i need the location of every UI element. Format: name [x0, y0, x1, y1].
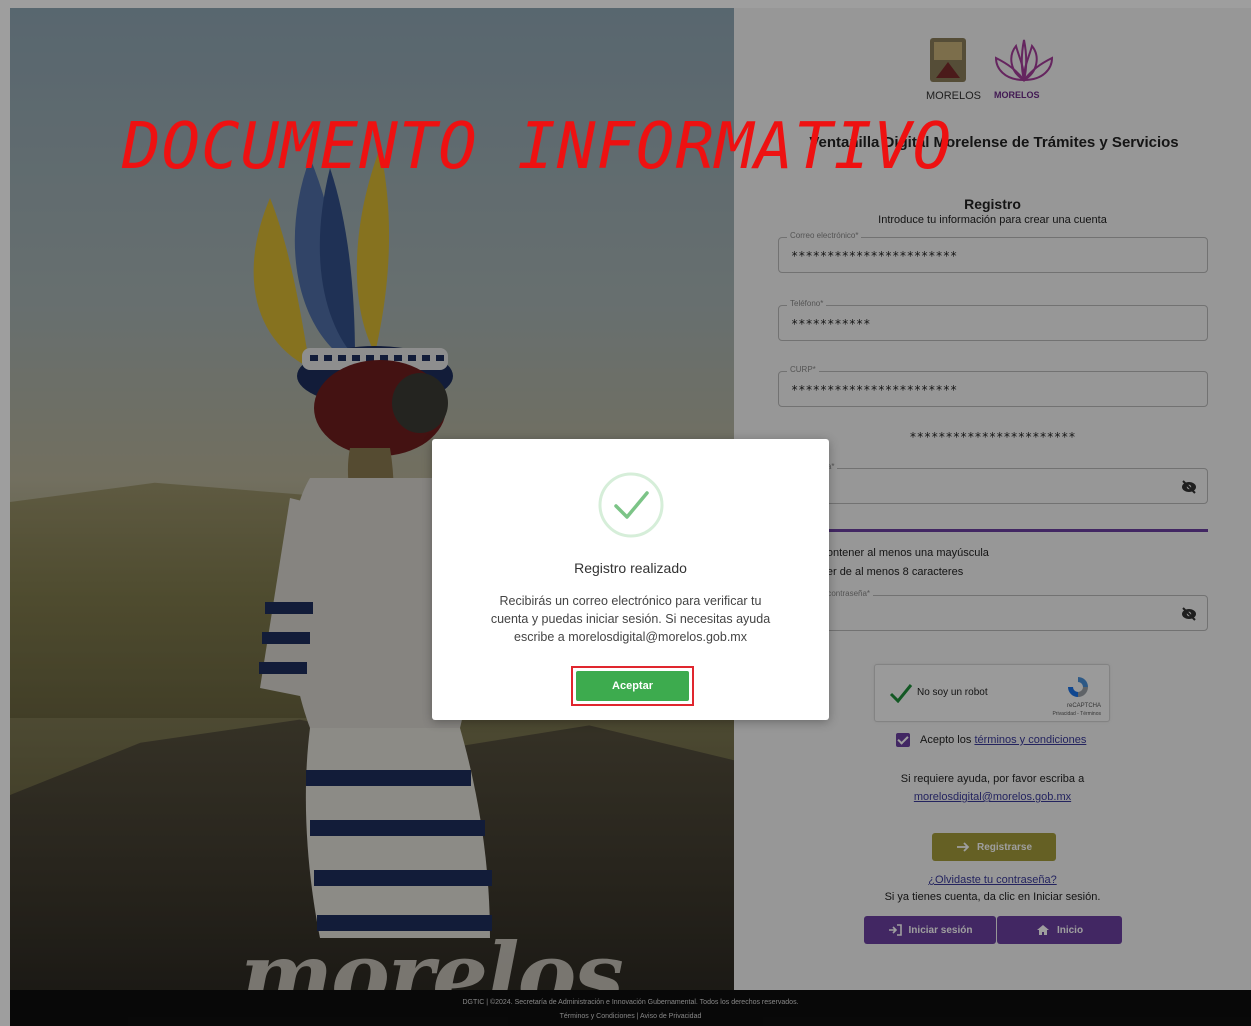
- accept-button[interactable]: Aceptar: [576, 671, 689, 701]
- success-check-icon: [598, 472, 664, 538]
- modal-message-line-1: Recibirás un correo electrónico para ver…: [499, 594, 762, 608]
- modal-message: Recibirás un correo electrónico para ver…: [462, 592, 799, 646]
- modal-message-line-2: cuenta y puedas iniciar sesión. Si neces…: [490, 612, 771, 626]
- modal-message-line-3: escribe a morelosdigital@morelos.gob.mx: [514, 630, 747, 644]
- modal-title: Registro realizado: [574, 560, 687, 576]
- success-modal: Registro realizado Recibirás un correo e…: [432, 439, 829, 720]
- accept-highlight: Aceptar: [571, 666, 694, 706]
